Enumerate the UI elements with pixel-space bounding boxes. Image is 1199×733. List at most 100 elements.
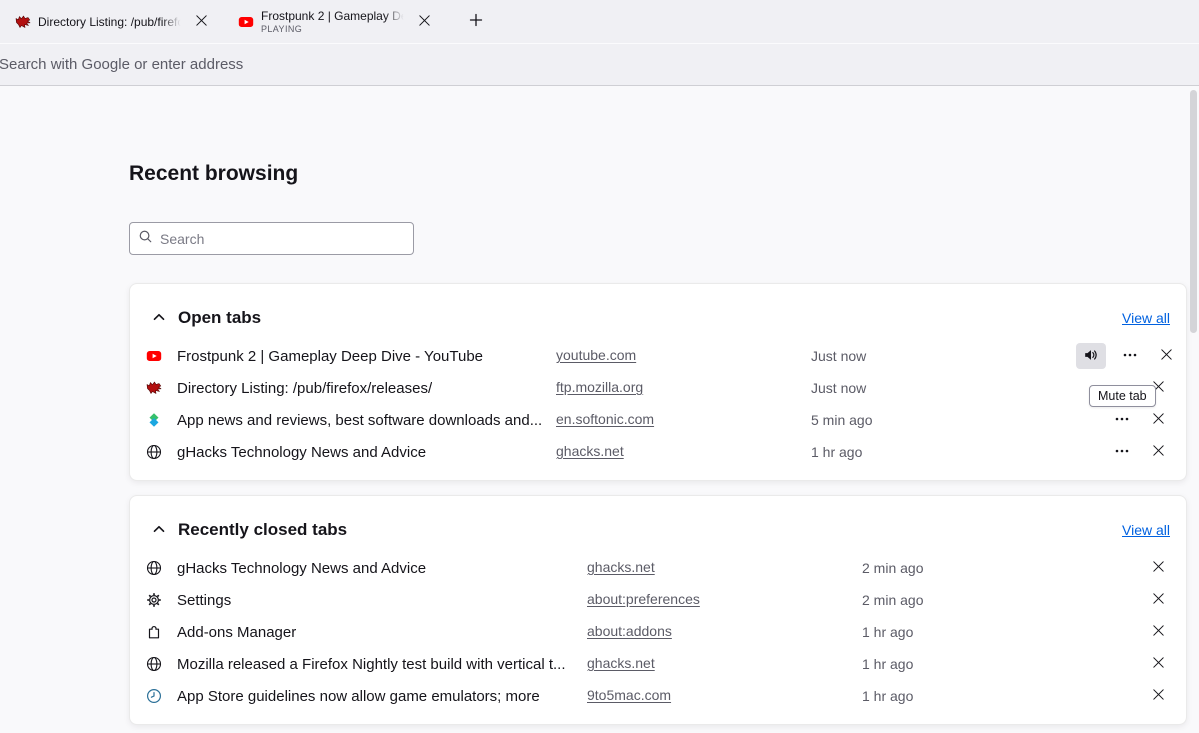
dismiss-row-button[interactable]	[1146, 556, 1170, 580]
closed-tab-time: 1 hr ago	[862, 688, 1130, 704]
dismiss-row-button[interactable]	[1146, 408, 1170, 432]
tab-text: Frostpunk 2 | Gameplay Deep Div PLAYING	[261, 9, 405, 34]
address-bar[interactable]: Search with Google or enter address	[0, 44, 1199, 86]
closed-tab-title: Add-ons Manager	[177, 624, 296, 641]
closed-tab-time: 1 hr ago	[862, 624, 1130, 640]
close-icon	[1151, 655, 1166, 673]
tab-title: Frostpunk 2 | Gameplay Deep Div	[261, 9, 405, 23]
open-tab-url-link[interactable]: ghacks.net	[556, 443, 624, 459]
browser-tab[interactable]: Frostpunk 2 | Gameplay Deep Div PLAYING	[231, 3, 438, 41]
open-tab-row[interactable]: App news and reviews, best software down…	[146, 404, 1170, 436]
browser-tab[interactable]: Directory Listing: /pub/firefox/re	[8, 3, 215, 41]
closed-tab-url-link[interactable]: ghacks.net	[587, 655, 655, 671]
open-tab-row[interactable]: Frostpunk 2 | Gameplay Deep Dive - YouTu…	[146, 340, 1170, 372]
collapse-closed-tabs-button[interactable]	[146, 517, 172, 543]
close-icon	[1151, 591, 1166, 609]
collapse-open-tabs-button[interactable]	[146, 305, 172, 331]
recently-closed-header: Recently closed tabs View all	[146, 508, 1170, 552]
closed-tab-title: gHacks Technology News and Advice	[177, 560, 426, 577]
dismiss-row-button[interactable]	[1146, 652, 1170, 676]
open-tab-row[interactable]: gHacks Technology News and Advice ghacks…	[146, 436, 1170, 468]
open-tab-time: 5 min ago	[811, 412, 1076, 428]
globe-favicon-icon	[146, 444, 162, 460]
recently-closed-heading: Recently closed tabs	[178, 520, 347, 540]
close-icon	[417, 13, 432, 31]
open-tab-title: Directory Listing: /pub/firefox/releases…	[177, 380, 432, 397]
closed-tab-row[interactable]: gHacks Technology News and Advice ghacks…	[146, 552, 1170, 584]
open-tab-url-link[interactable]: youtube.com	[556, 347, 636, 363]
row-options-button[interactable]	[1118, 344, 1142, 368]
tab-close-button[interactable]	[412, 10, 436, 34]
closed-tab-row[interactable]: Settings about:preferences 2 min ago	[146, 584, 1170, 616]
close-icon	[1151, 411, 1166, 429]
address-bar-placeholder: Search with Google or enter address	[0, 56, 243, 73]
dismiss-row-button[interactable]	[1146, 588, 1170, 612]
closed-tab-time: 2 min ago	[862, 560, 1130, 576]
close-icon	[1151, 559, 1166, 577]
row-options-button[interactable]	[1110, 408, 1134, 432]
closed-tab-title: App Store guidelines now allow game emul…	[177, 688, 540, 705]
closed-tab-url-link[interactable]: about:addons	[587, 623, 672, 639]
search-box[interactable]	[129, 222, 414, 255]
tab-status-badge: PLAYING	[261, 24, 405, 34]
three-dots-icon	[1122, 347, 1138, 366]
closed-tab-row[interactable]: App Store guidelines now allow game emul…	[146, 680, 1170, 712]
youtube-favicon-icon	[146, 348, 162, 364]
closed-tab-time: 2 min ago	[862, 592, 1130, 608]
closed-tab-row[interactable]: Add-ons Manager about:addons 1 hr ago	[146, 616, 1170, 648]
dino-favicon-icon	[15, 14, 31, 30]
open-tab-time: Just now	[811, 380, 1076, 396]
close-icon	[1159, 347, 1174, 365]
close-icon	[1151, 623, 1166, 641]
open-tab-title: App news and reviews, best software down…	[177, 412, 542, 429]
globe-icon	[146, 560, 162, 576]
speaker-icon	[1083, 347, 1099, 366]
open-tabs-heading: Open tabs	[178, 308, 261, 328]
open-tab-title: gHacks Technology News and Advice	[177, 444, 426, 461]
mute-tab-button[interactable]	[1076, 343, 1106, 369]
page-title: Recent browsing	[129, 160, 1199, 188]
closed-tab-url-link[interactable]: ghacks.net	[587, 559, 655, 575]
tab-close-button[interactable]	[189, 10, 213, 34]
youtube-favicon-icon	[238, 14, 254, 30]
search-icon	[138, 229, 153, 249]
tab-title: Directory Listing: /pub/firefox/re	[38, 15, 182, 29]
three-dots-icon	[1114, 443, 1130, 462]
open-tab-row[interactable]: Directory Listing: /pub/firefox/releases…	[146, 372, 1170, 404]
firefox-view-page: Recent browsing Open tabs View all Frost…	[0, 160, 1199, 725]
dismiss-row-button[interactable]	[1146, 620, 1170, 644]
open-tabs-view-all-link[interactable]: View all	[1122, 310, 1170, 326]
puzzle-icon	[146, 624, 162, 640]
open-tab-url-link[interactable]: en.softonic.com	[556, 411, 654, 427]
dismiss-row-button[interactable]	[1154, 344, 1178, 368]
recently-closed-card: Recently closed tabs View all gHacks Tec…	[129, 495, 1187, 725]
scrollbar-thumb[interactable]	[1190, 90, 1197, 333]
closed-tab-title: Settings	[177, 592, 231, 609]
mute-tab-tooltip: Mute tab	[1089, 385, 1156, 407]
tab-strip: Directory Listing: /pub/firefox/re Frost…	[0, 0, 1199, 44]
closed-tab-url-link[interactable]: 9to5mac.com	[587, 687, 671, 703]
open-tab-time: Just now	[811, 348, 1076, 364]
closed-tabs-view-all-link[interactable]: View all	[1122, 522, 1170, 538]
closed-tab-title: Mozilla released a Firefox Nightly test …	[177, 656, 565, 673]
new-tab-button[interactable]	[464, 10, 488, 34]
open-tabs-header: Open tabs View all	[146, 296, 1170, 340]
open-tab-url-link[interactable]: ftp.mozilla.org	[556, 379, 643, 395]
close-icon	[1151, 687, 1166, 705]
open-tab-title: Frostpunk 2 | Gameplay Deep Dive - YouTu…	[177, 348, 483, 365]
row-options-button[interactable]	[1110, 440, 1134, 464]
search-input[interactable]	[160, 231, 405, 247]
softonic-favicon-icon	[146, 412, 162, 428]
gear-icon	[146, 592, 162, 608]
dismiss-row-button[interactable]	[1146, 684, 1170, 708]
open-tabs-card: Open tabs View all Frostpunk 2 | Gamepla…	[129, 283, 1187, 481]
open-tab-time: 1 hr ago	[811, 444, 1076, 460]
closed-tab-time: 1 hr ago	[862, 656, 1130, 672]
clock-icon	[146, 688, 162, 704]
close-icon	[1151, 443, 1166, 461]
dismiss-row-button[interactable]	[1146, 440, 1170, 464]
closed-tab-url-link[interactable]: about:preferences	[587, 591, 700, 607]
globe-icon	[146, 656, 162, 672]
chevron-up-icon	[151, 521, 167, 540]
closed-tab-row[interactable]: Mozilla released a Firefox Nightly test …	[146, 648, 1170, 680]
